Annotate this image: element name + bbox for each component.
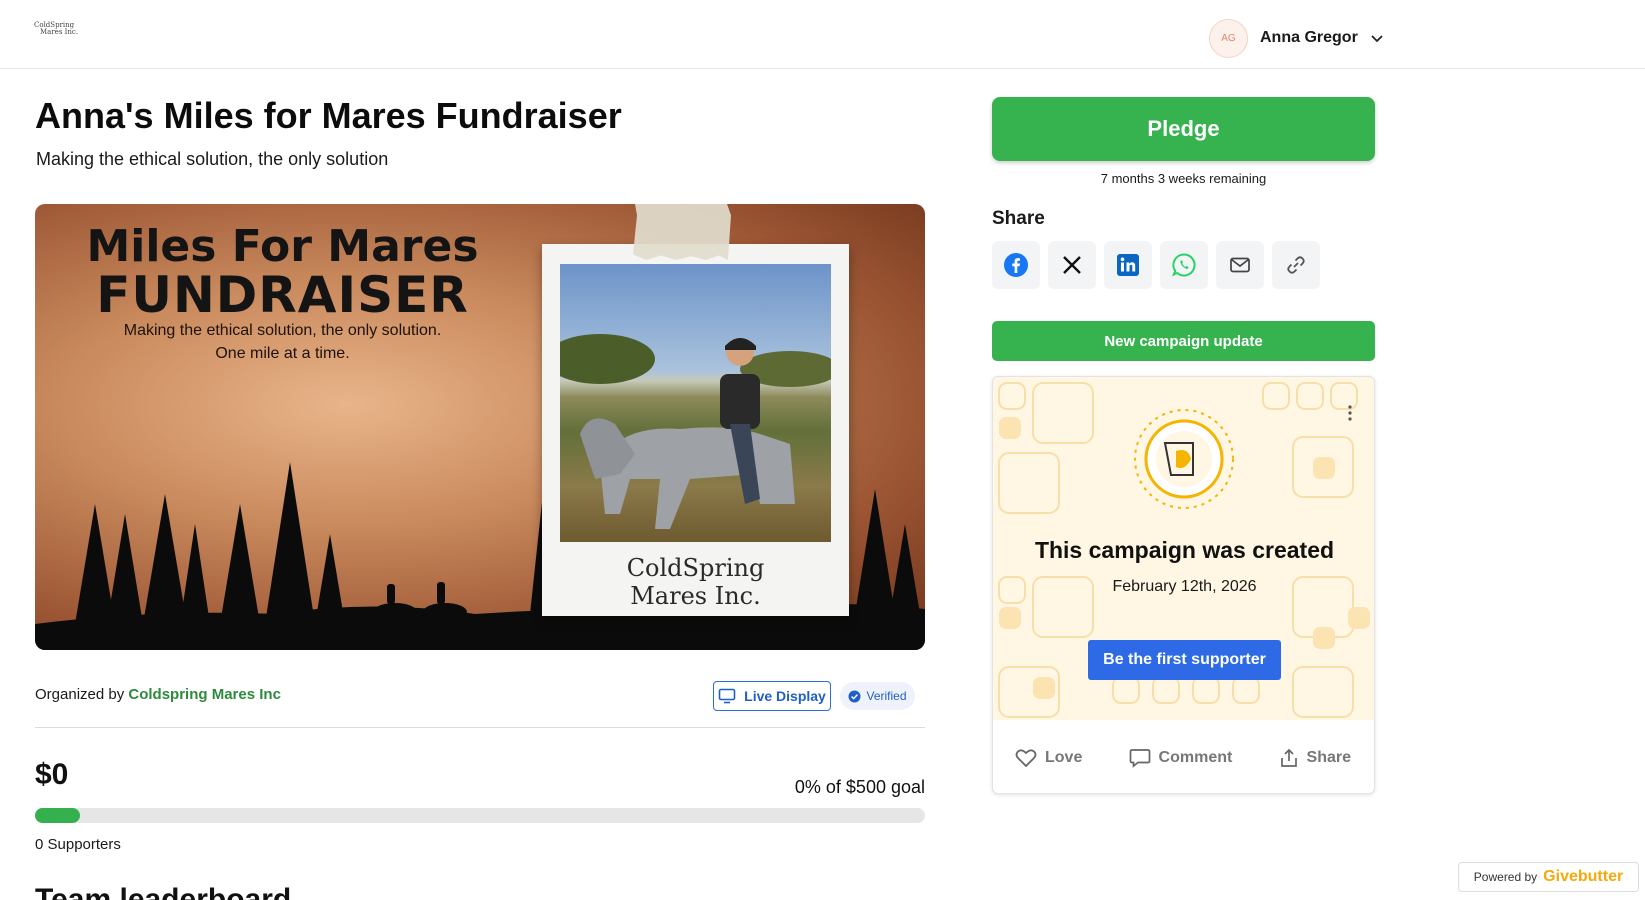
facebook-icon xyxy=(1004,253,1028,277)
tape-decoration xyxy=(633,204,731,260)
powered-by-badge[interactable]: Powered by Givebutter xyxy=(1458,862,1639,892)
powered-by-prefix: Powered by xyxy=(1473,870,1538,884)
org-logo[interactable]: ColdSpring Mares Inc. xyxy=(34,22,82,44)
next-section-heading: Team leaderboard xyxy=(35,885,315,900)
time-remaining: 7 months 3 weeks remaining xyxy=(1100,171,1267,186)
heart-icon xyxy=(1015,748,1037,767)
love-label: Love xyxy=(1045,748,1083,766)
x-icon xyxy=(1063,256,1081,274)
verified-badge: Verified xyxy=(840,682,915,710)
new-campaign-update-button[interactable]: New campaign update xyxy=(992,321,1375,361)
progress-bar xyxy=(35,808,925,823)
activity-title: This campaign was created xyxy=(1034,537,1335,563)
activity-card: This campaign was created February 12th,… xyxy=(992,376,1375,794)
top-bar: ColdSpring Mares Inc. AG Anna Gregor xyxy=(0,0,1645,69)
rider-photo xyxy=(560,264,831,542)
share-heading: Share xyxy=(992,208,1045,229)
user-name: Anna Gregor xyxy=(1260,29,1358,46)
comment-label: Comment xyxy=(1158,748,1233,766)
linkedin-icon xyxy=(1117,254,1139,276)
polaroid-caption-1: ColdSpring xyxy=(626,554,765,582)
divider xyxy=(35,727,925,728)
next-section-heading-text: Team leaderboard xyxy=(35,885,315,900)
comment-button[interactable]: Comment xyxy=(1129,748,1233,768)
organizer-prefix: Organized by xyxy=(35,686,129,703)
email-icon xyxy=(1230,257,1250,273)
live-display-button[interactable]: Live Display xyxy=(713,681,831,711)
monitor-icon xyxy=(718,688,736,704)
progress-bar-fill xyxy=(35,808,80,823)
share-activity-button[interactable]: Share xyxy=(1279,748,1351,768)
share-email-button[interactable] xyxy=(1216,241,1264,289)
hero-banner: Miles For Mares FUNDRAISER Making the et… xyxy=(35,204,925,650)
live-display-label: Live Display xyxy=(744,688,826,704)
link-icon xyxy=(1287,256,1305,274)
verified-check-icon xyxy=(848,690,861,702)
page-subtitle: Making the ethical solution, the only so… xyxy=(36,149,389,169)
share-facebook-button[interactable] xyxy=(992,241,1040,289)
polaroid-caption-2: Mares Inc. xyxy=(630,582,761,610)
verified-label: Verified xyxy=(866,689,907,703)
goal-progress-text: 0% of $500 goal xyxy=(794,777,925,797)
user-menu[interactable]: AG Anna Gregor xyxy=(1209,18,1384,58)
activity-date: February 12th, 2026 xyxy=(1112,578,1257,595)
share-whatsapp-button[interactable] xyxy=(1160,241,1208,289)
logo-line-2: Mares Inc. xyxy=(40,28,79,36)
share-buttons xyxy=(992,241,1320,289)
love-button[interactable]: Love xyxy=(1015,748,1082,768)
share-linkedin-button[interactable] xyxy=(1104,241,1152,289)
organizer-link[interactable]: Coldspring Mares Inc xyxy=(128,686,281,703)
page-title: Anna's Miles for Mares Fundraiser xyxy=(35,95,622,136)
givebutter-brand: Givebutter xyxy=(1543,868,1624,885)
activity-actions: Love Comment Share xyxy=(993,720,1374,793)
share-upload-icon xyxy=(1280,748,1297,767)
share-label: Share xyxy=(1306,748,1351,766)
polaroid-photo-frame: ColdSpring Mares Inc. xyxy=(542,244,849,616)
more-options-icon[interactable] xyxy=(1348,405,1352,421)
comment-icon xyxy=(1129,748,1150,768)
be-first-supporter-button[interactable]: Be the first supporter xyxy=(1088,640,1281,680)
organizer-line: Organized by Coldspring Mares Inc xyxy=(35,686,281,703)
chevron-down-icon xyxy=(1371,35,1383,43)
supporters-count: 0 Supporters xyxy=(35,836,121,853)
share-x-button[interactable] xyxy=(1048,241,1096,289)
amount-raised: $0 xyxy=(35,758,69,791)
pledge-button[interactable]: Pledge xyxy=(992,97,1375,161)
copy-link-button[interactable] xyxy=(1272,241,1320,289)
avatar: AG xyxy=(1209,18,1248,58)
whatsapp-icon xyxy=(1171,253,1196,277)
